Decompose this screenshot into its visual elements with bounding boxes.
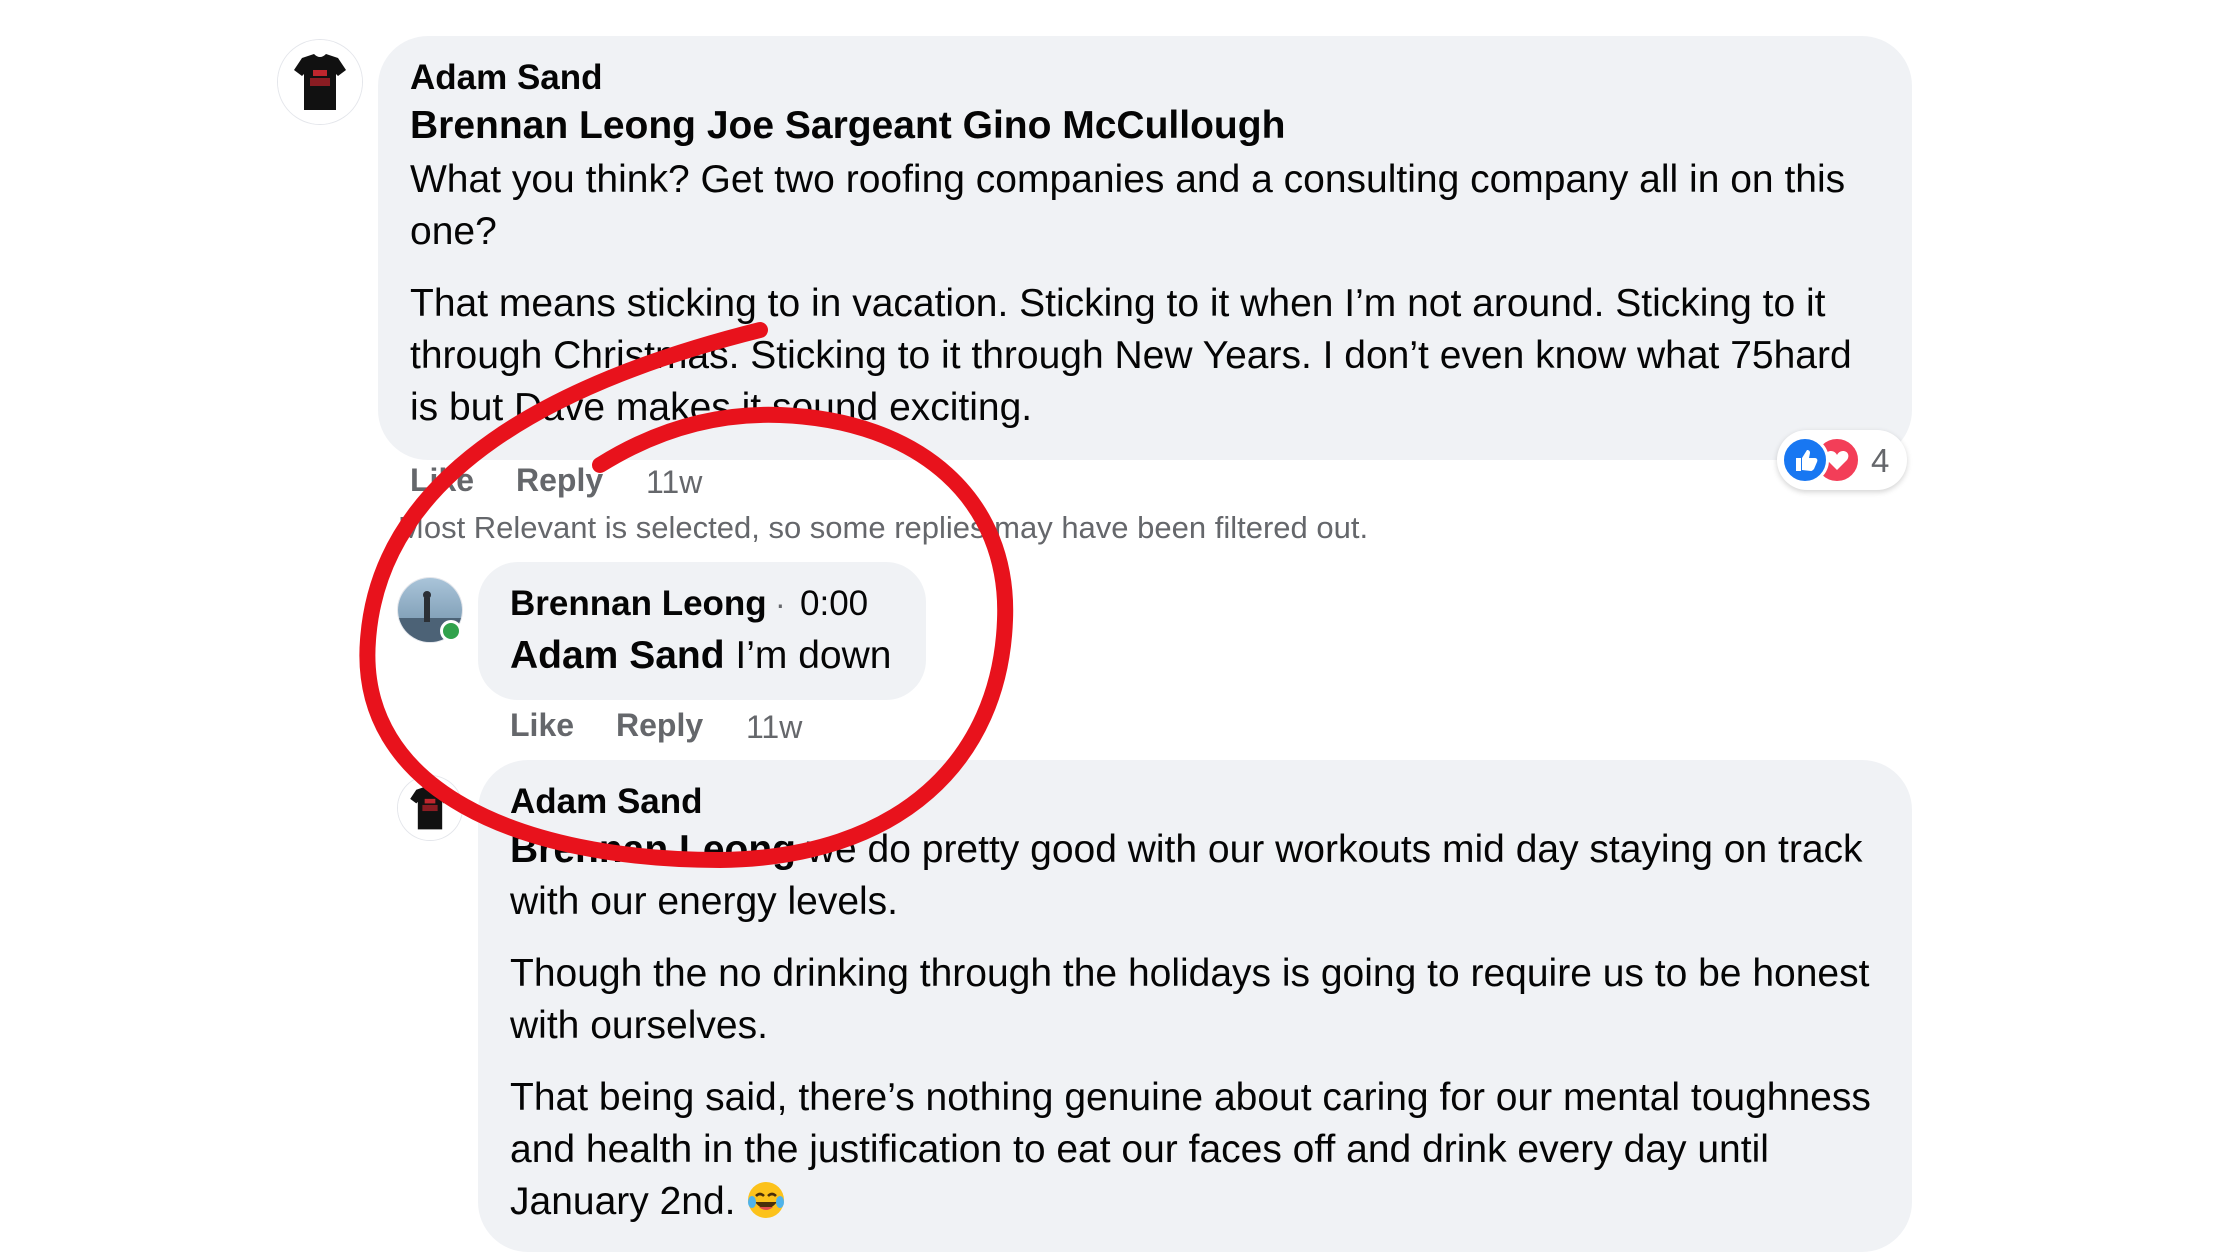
filter-notice: Most Relevant is selected, so some repli… [398, 510, 1369, 545]
avatar[interactable] [278, 40, 362, 124]
reply-button[interactable]: Reply [616, 707, 703, 744]
comment-paragraph: That means sticking to in vacation. Stic… [410, 282, 1852, 429]
laughing-tears-emoji-icon [748, 1182, 785, 1218]
like-reaction-icon [1781, 436, 1829, 484]
reply-bubble: Brennan Leong · 0:00 Adam Sand I’m down [478, 562, 926, 700]
reply-text: I’m down [724, 634, 892, 677]
reactions-summary[interactable]: 4 [1777, 430, 1907, 490]
reply-text: That being said, there’s nothing genuine… [510, 1076, 1871, 1223]
reaction-count: 4 [1871, 442, 1890, 479]
reply-bubble: Adam Sand Brennan Leong we do pretty goo… [478, 760, 1912, 1252]
comment-body: What you think? Get two roofing companie… [410, 154, 1880, 434]
reply-author[interactable]: Brennan Leong [510, 584, 767, 624]
online-status-icon [440, 620, 462, 642]
reply-paragraph: Though the no drinking through the holid… [510, 952, 1870, 1047]
reply-body: Adam Sand I’m down [510, 630, 891, 682]
comment-paragraph: What you think? Get two roofing companie… [410, 158, 1846, 253]
avatar[interactable] [398, 776, 462, 840]
like-button[interactable]: Like [410, 462, 474, 499]
mention-link[interactable]: Brennan Leong [510, 828, 796, 871]
reply-body: Brennan Leong we do pretty good with our… [510, 824, 1890, 1228]
tshirt-avatar-icon [278, 40, 362, 124]
comment-author[interactable]: Adam Sand [410, 58, 603, 98]
comment-bubble: Adam Sand Brennan Leong Joe Sargeant Gin… [378, 36, 1912, 460]
tshirt-avatar-icon [398, 776, 462, 840]
video-timestamp[interactable]: 0:00 [800, 584, 868, 624]
reply-author[interactable]: Adam Sand [510, 782, 703, 822]
separator-dot: · [775, 586, 786, 622]
like-button[interactable]: Like [510, 707, 574, 744]
comment-mentions[interactable]: Brennan Leong Joe Sargeant Gino McCullou… [410, 104, 1285, 148]
reply-button[interactable]: Reply [516, 462, 603, 499]
reply-timestamp[interactable]: 11w [746, 709, 802, 746]
reply-paragraph: That being said, there’s nothing genuine… [510, 1072, 1890, 1228]
comment-timestamp[interactable]: 11w [646, 464, 702, 501]
reply-paragraph: Brennan Leong we do pretty good with our… [510, 824, 1890, 928]
mention-link[interactable]: Adam Sand [510, 634, 725, 677]
